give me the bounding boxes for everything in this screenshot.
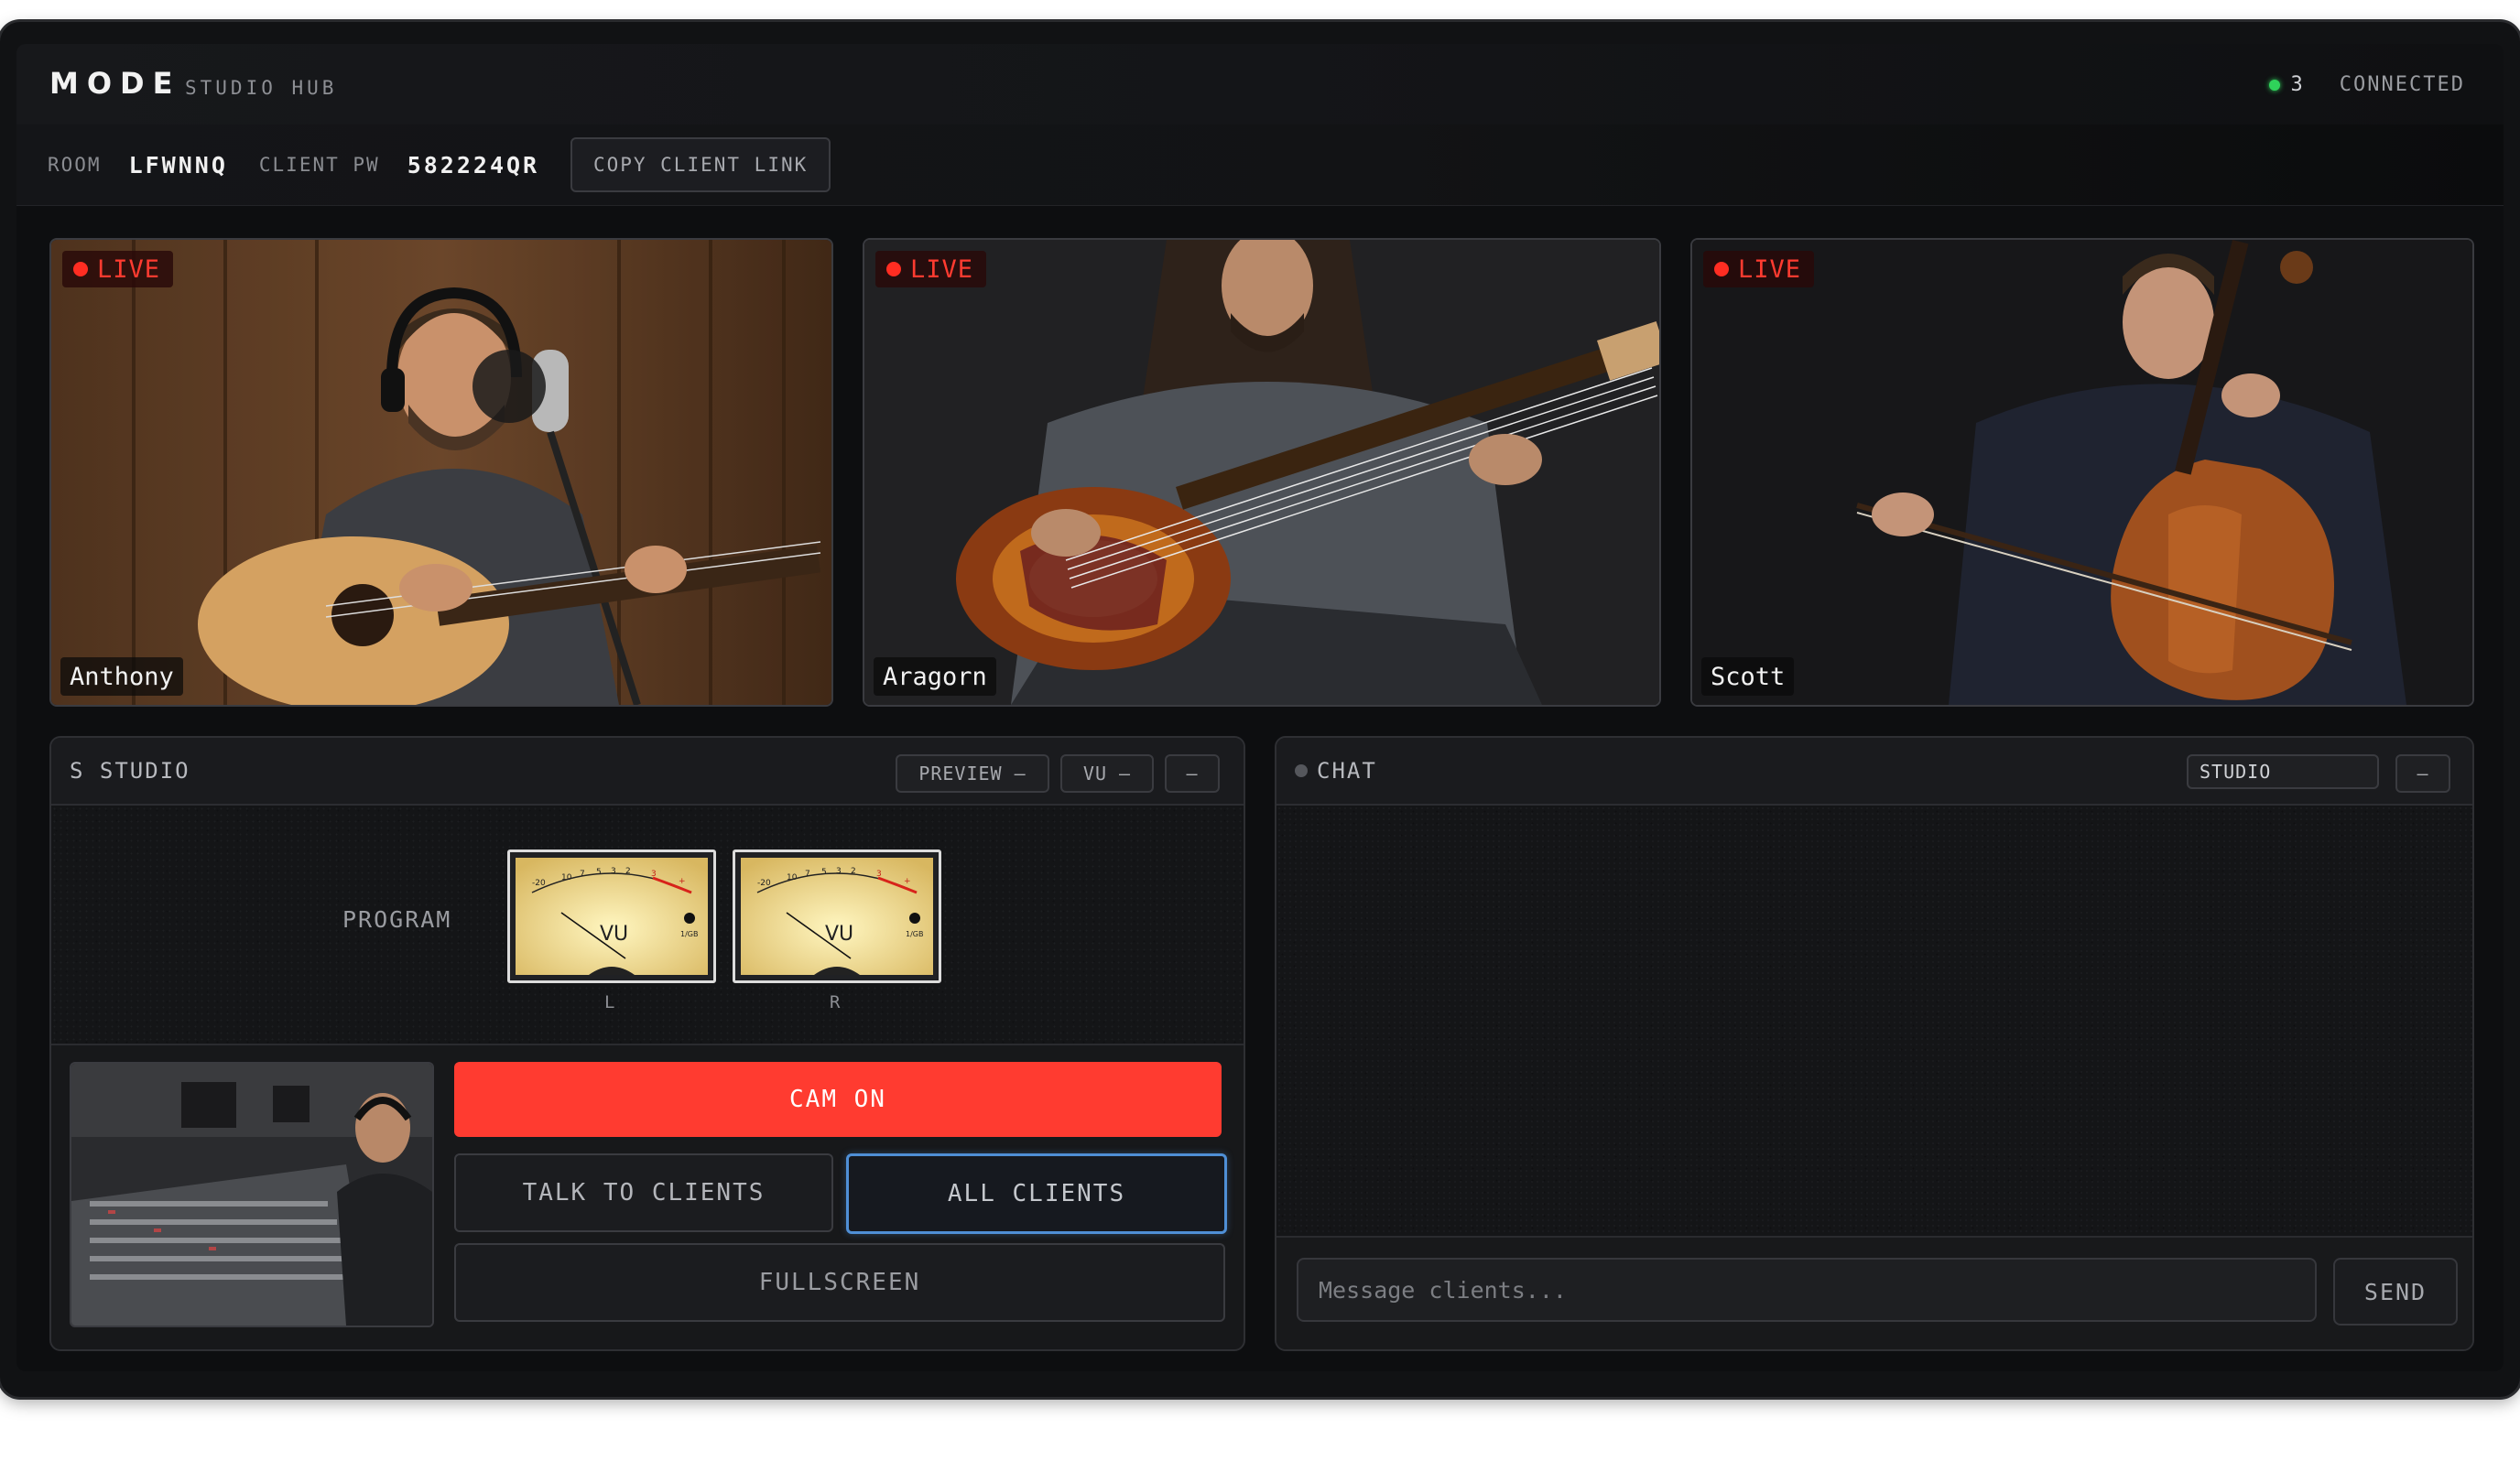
room-bar: ROOM LFWNNQ CLIENT PW 582224QR COPY CLIE… <box>16 124 2504 206</box>
chat-messages-area[interactable] <box>1276 806 2472 1238</box>
chat-status-dot-icon <box>1295 764 1308 777</box>
vu-scale-mark: 2 <box>625 867 631 876</box>
studio-title-text: STUDIO <box>99 758 190 784</box>
participant-name: Aragorn <box>874 657 996 696</box>
vu-scale-mark: 7 <box>580 870 585 879</box>
chat-input-bar: SEND <box>1276 1238 2472 1349</box>
chat-panel: CHAT STUDIO – SEND <box>1275 736 2474 1351</box>
vu-scale-mark: + <box>904 877 911 886</box>
app-window: MODE STUDIO HUB 3 CONNECTED ROOM LFWNNQ … <box>16 44 2504 1371</box>
chat-panel-title: CHAT <box>1295 758 1377 784</box>
device-frame: MODE STUDIO HUB 3 CONNECTED ROOM LFWNNQ … <box>0 22 2520 1397</box>
vu-scale-mark: 5 <box>596 868 602 877</box>
vu-scale-mark: 10 <box>787 873 798 882</box>
live-label: LIVE <box>1738 254 1802 284</box>
live-dot-icon <box>886 262 901 276</box>
vu-meter-face: -20 10 7 5 3 2 3 + 1/GB VU <box>741 858 933 975</box>
vu-meter-face: -20 10 7 5 3 2 3 + 1/GB VU <box>516 858 708 975</box>
chat-target-select[interactable]: STUDIO <box>2187 754 2379 789</box>
vu-scale-mark: 3 <box>611 867 616 876</box>
studio-panel-title: S STUDIO <box>70 758 190 784</box>
message-input[interactable] <box>1297 1258 2317 1322</box>
room-code: LFWNNQ <box>128 151 228 179</box>
video-feed <box>71 1064 432 1326</box>
video-tile-anthony[interactable]: LIVE Anthony <box>49 238 833 707</box>
connected-count: 3 <box>2290 73 2303 96</box>
video-tile-aragorn[interactable]: LIVE Aragorn <box>863 238 1661 707</box>
video-feed <box>1692 240 2472 705</box>
room-label: ROOM <box>48 154 102 176</box>
chat-collapse-button[interactable]: – <box>2395 754 2450 793</box>
talk-to-clients-button[interactable]: TALK TO CLIENTS <box>454 1153 833 1232</box>
chat-title-text: CHAT <box>1317 758 1377 784</box>
live-label: LIVE <box>97 254 161 284</box>
video-feed <box>51 240 831 705</box>
status-dot-icon <box>2268 79 2280 91</box>
live-badge: LIVE <box>875 251 987 287</box>
participant-name: Anthony <box>60 657 183 696</box>
vu-face-label: VU <box>600 923 628 946</box>
studio-panel: S STUDIO PREVIEW – VU – – PROGRAM -20 10… <box>49 736 1245 1351</box>
video-tile-scott[interactable]: LIVE Scott <box>1690 238 2474 707</box>
vu-scale-mark: 5 <box>821 868 827 877</box>
vu-scale-mark: + <box>679 877 686 886</box>
vu-unit: 1/GB <box>680 930 698 938</box>
program-label: PROGRAM <box>342 906 452 933</box>
vu-scale-mark: 3 <box>651 870 657 879</box>
top-bar: MODE STUDIO HUB 3 CONNECTED <box>16 44 2504 125</box>
vu-unit: 1/GB <box>906 930 923 938</box>
live-dot-icon <box>73 262 88 276</box>
fullscreen-button[interactable]: FULLSCREEN <box>454 1243 1225 1322</box>
copy-client-link-button[interactable]: COPY CLIENT LINK <box>570 137 831 192</box>
vu-scale-mark: 3 <box>836 867 842 876</box>
program-meters-area: PROGRAM -20 10 7 5 3 2 3 + 1/GB VU L -20… <box>51 806 1244 1045</box>
send-button[interactable]: SEND <box>2333 1258 2458 1326</box>
chat-panel-header: CHAT STUDIO – <box>1276 738 2472 806</box>
vu-meter-left: -20 10 7 5 3 2 3 + 1/GB VU <box>507 850 716 983</box>
studio-panel-header: S STUDIO PREVIEW – VU – – <box>51 738 1244 806</box>
live-label: LIVE <box>910 254 974 284</box>
all-clients-button[interactable]: ALL CLIENTS <box>846 1153 1227 1234</box>
studio-title-prefix: S <box>70 758 85 784</box>
client-pw-value: 582224QR <box>407 151 540 179</box>
live-badge: LIVE <box>1703 251 1815 287</box>
vu-meter-right: -20 10 7 5 3 2 3 + 1/GB VU <box>733 850 941 983</box>
connected-label: CONNECTED <box>2339 73 2465 96</box>
video-feed <box>864 240 1659 705</box>
studio-collapse-button[interactable]: – <box>1165 754 1220 793</box>
live-dot-icon <box>1714 262 1729 276</box>
preview-toggle-button[interactable]: PREVIEW – <box>896 754 1049 793</box>
brand-subtitle: STUDIO HUB <box>185 77 338 99</box>
vu-channel-label: L <box>604 992 615 1012</box>
vu-scale-mark: 10 <box>561 873 572 882</box>
client-pw-label: CLIENT PW <box>258 154 380 176</box>
vu-scale-mark: -20 <box>532 879 546 888</box>
vu-face-label: VU <box>825 923 853 946</box>
vu-scale-mark: -20 <box>757 879 771 888</box>
studio-self-preview[interactable] <box>70 1062 434 1327</box>
participant-name: Scott <box>1701 657 1795 696</box>
cam-on-button[interactable]: CAM ON <box>454 1062 1222 1137</box>
connection-status: 3 CONNECTED <box>2268 73 2465 96</box>
vu-scale-mark: 3 <box>876 870 882 879</box>
brand-logo: MODE <box>49 66 181 101</box>
vu-channel-label: R <box>830 992 841 1012</box>
vu-scale-mark: 2 <box>851 867 856 876</box>
vu-scale-mark: 7 <box>805 870 810 879</box>
vu-toggle-button[interactable]: VU – <box>1060 754 1154 793</box>
live-badge: LIVE <box>62 251 174 287</box>
